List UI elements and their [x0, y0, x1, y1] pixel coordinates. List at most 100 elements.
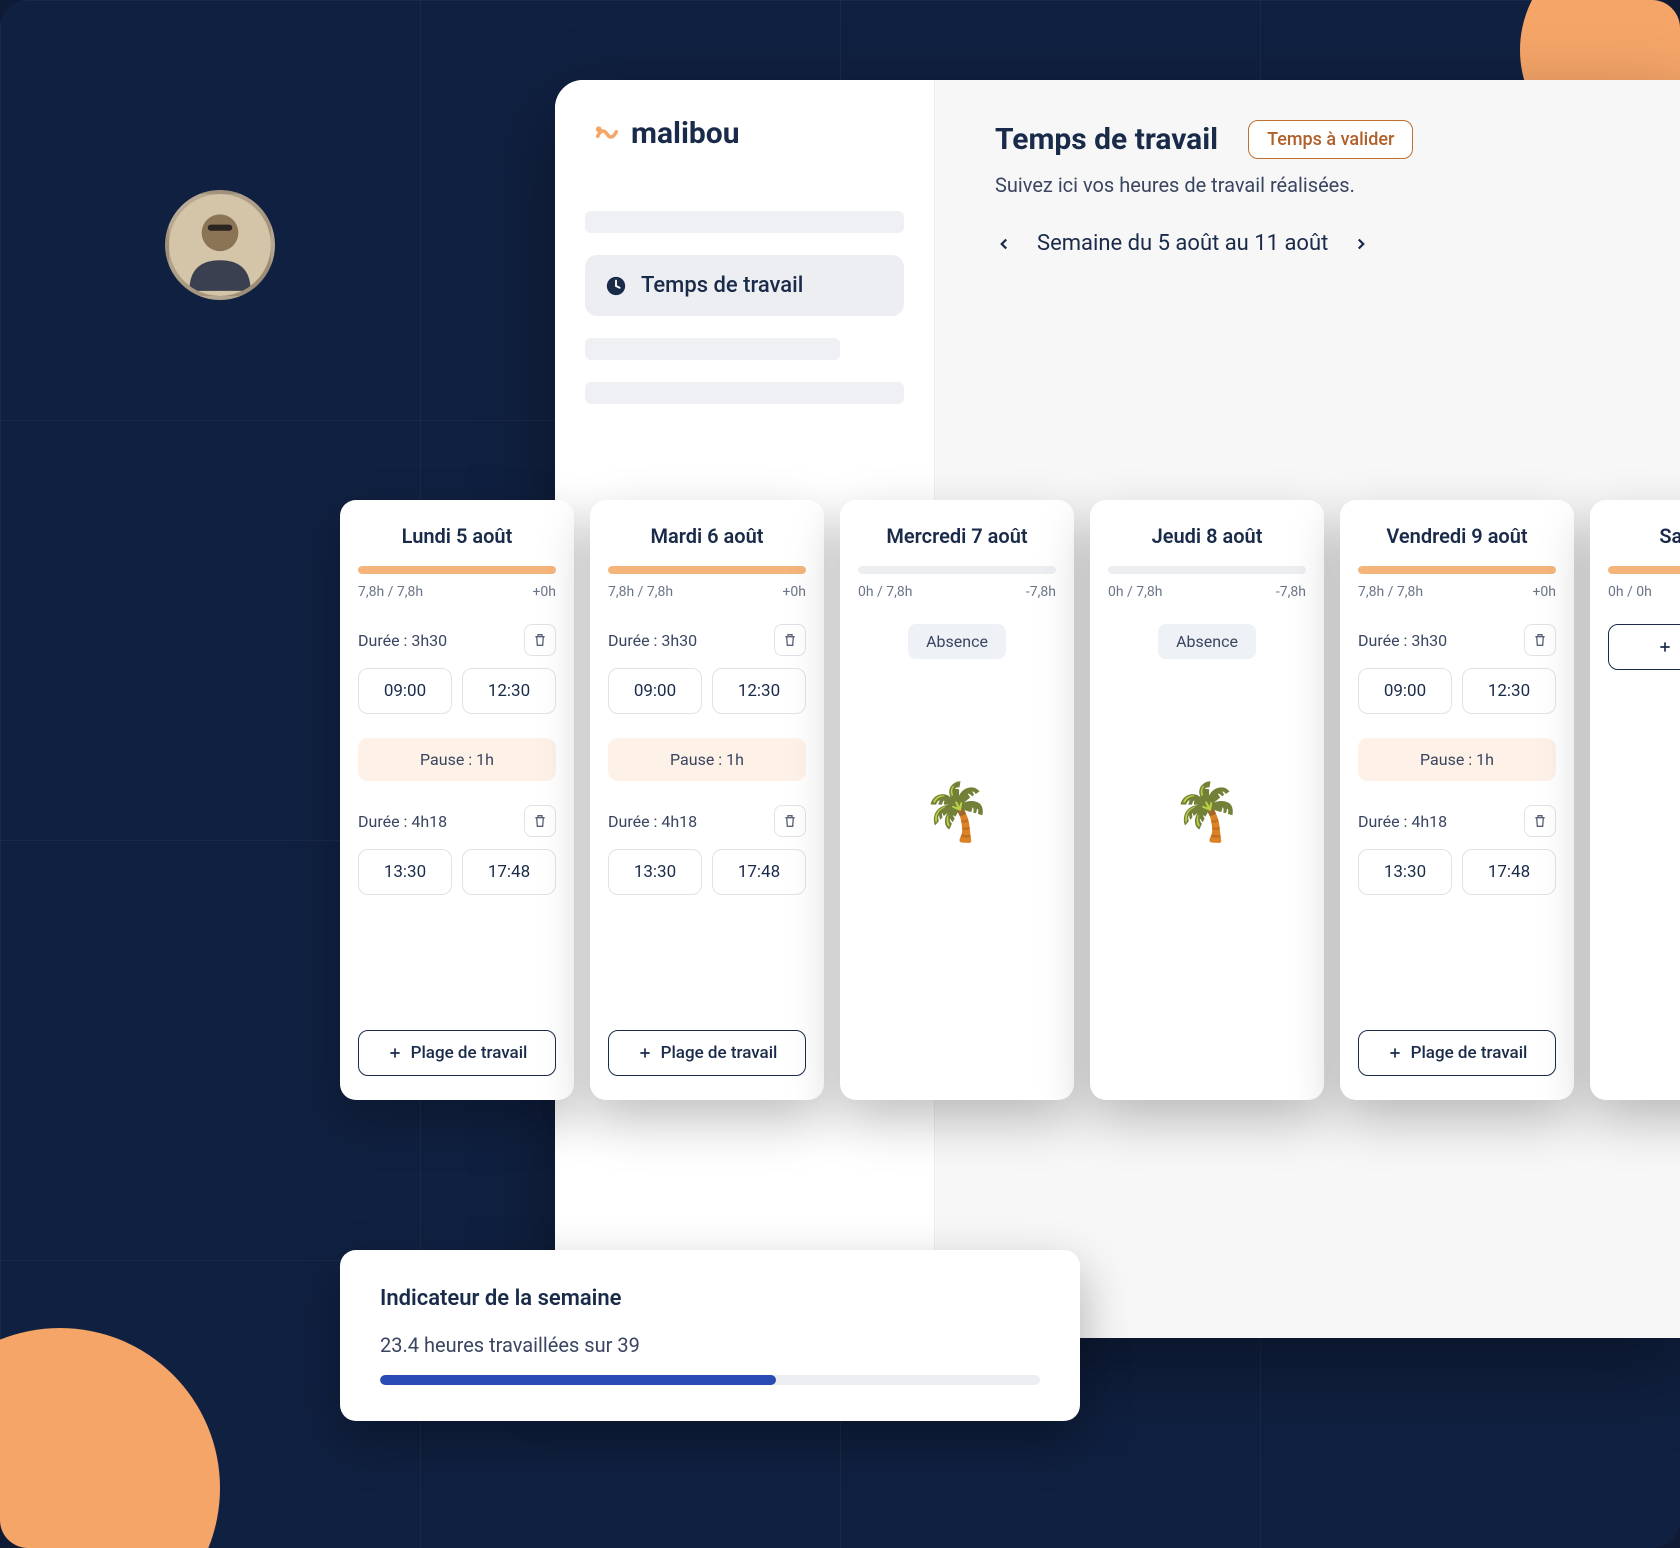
- avatar: [165, 190, 275, 300]
- sidebar-item-time-tracking[interactable]: Temps de travail: [585, 255, 904, 316]
- delete-slot-button[interactable]: [524, 624, 556, 656]
- absence-chip: Absence: [908, 624, 1006, 659]
- slot-duration-label: Durée : 4h18: [1358, 812, 1447, 831]
- day-progress-bar: [858, 566, 1056, 574]
- time-slot: Durée : 3h30 09:0012:30: [1358, 624, 1556, 714]
- delete-slot-button[interactable]: [774, 624, 806, 656]
- indicator-title: Indicateur de la semaine: [380, 1286, 1040, 1311]
- day-title: Mercredi 7 août: [858, 524, 1056, 548]
- day-hours: 0h / 0h: [1608, 584, 1652, 600]
- day-progress-bar: [1358, 566, 1556, 574]
- time-start-input[interactable]: 09:00: [608, 668, 702, 714]
- day-card: Jeudi 8 août 0h / 7,8h -7,8h Absence 🌴: [1090, 500, 1324, 1100]
- day-card: Vendredi 9 août 7,8h / 7,8h+0h Durée : 3…: [1340, 500, 1574, 1100]
- day-hours: 7,8h / 7,8h: [608, 584, 673, 600]
- day-progress-bar: [1608, 566, 1680, 574]
- day-progress-text: 7,8h / 7,8h +0h: [358, 584, 556, 600]
- time-end-input[interactable]: 17:48: [1462, 849, 1556, 895]
- time-slot: Durée : 3h30 09:0012:30: [608, 624, 806, 714]
- time-slot: Durée : 4h18 13:3017:48: [358, 805, 556, 895]
- slot-duration-label: Durée : 3h30: [358, 631, 447, 650]
- indicator-subtitle: 23.4 heures travaillées sur 39: [380, 1333, 1040, 1357]
- slot-duration-label: Durée : 4h18: [358, 812, 447, 831]
- logo-icon: [593, 120, 621, 148]
- day-title: Mardi 6 août: [608, 524, 806, 548]
- add-time-slot-button[interactable]: Plage de travail: [1358, 1030, 1556, 1076]
- pause-chip: Pause : 1h: [608, 738, 806, 781]
- slot-duration-label: Durée : 3h30: [1358, 631, 1447, 650]
- time-end-input[interactable]: 12:30: [462, 668, 556, 714]
- time-start-input[interactable]: 13:30: [1358, 849, 1452, 895]
- day-progress-text: 0h / 7,8h -7,8h: [858, 584, 1056, 600]
- day-progress-bar: [608, 566, 806, 574]
- time-end-input[interactable]: 12:30: [712, 668, 806, 714]
- page-background: malibou Temps de travail Temps de travai…: [0, 0, 1680, 1548]
- add-button-label: Plage de travail: [661, 1043, 778, 1063]
- time-slot: Durée : 4h18 13:3017:48: [608, 805, 806, 895]
- time-end-input[interactable]: 17:48: [462, 849, 556, 895]
- day-delta: +0h: [782, 584, 806, 600]
- delete-slot-button[interactable]: [1524, 624, 1556, 656]
- day-card: Mardi 6 août 7,8h / 7,8h +0h Durée : 3h30…: [590, 500, 824, 1100]
- day-title: Jeudi 8 août: [1108, 524, 1306, 548]
- app-header: malibou: [585, 80, 904, 171]
- chevron-left-icon[interactable]: [995, 235, 1013, 253]
- pause-chip: Pause : 1h: [358, 738, 556, 781]
- pause-chip: Pause : 1h: [1358, 738, 1556, 781]
- delete-slot-button[interactable]: [1524, 805, 1556, 837]
- day-title: Samedi 10: [1608, 524, 1680, 548]
- clock-icon: [605, 275, 627, 297]
- time-start-input[interactable]: 09:00: [1358, 668, 1452, 714]
- page-subtitle: Suivez ici vos heures de travail réalisé…: [995, 173, 1680, 197]
- delete-slot-button[interactable]: [774, 805, 806, 837]
- day-progress-text: 0h / 0h: [1608, 584, 1680, 600]
- add-time-slot-button[interactable]: Plage de travail: [358, 1030, 556, 1076]
- avatar-placeholder-icon: [169, 194, 271, 296]
- days-row: Lundi 5 août 7,8h / 7,8h +0h Durée : 3h30…: [340, 500, 1680, 1100]
- time-start-input[interactable]: 13:30: [358, 849, 452, 895]
- time-start-input[interactable]: 09:00: [358, 668, 452, 714]
- week-label: Semaine du 5 août au 11 août: [1037, 231, 1328, 256]
- page-title: Temps de travail: [995, 122, 1218, 157]
- chevron-right-icon[interactable]: [1352, 235, 1370, 253]
- validate-badge[interactable]: Temps à valider: [1248, 120, 1413, 159]
- day-hours: 7,8h / 7,8h: [358, 584, 423, 600]
- indicator-progress-bar: [380, 1375, 1040, 1385]
- day-progress-bar: [358, 566, 556, 574]
- day-progress-text: 7,8h / 7,8h +0h: [608, 584, 806, 600]
- week-navigator: Semaine du 5 août au 11 août: [995, 231, 1680, 256]
- add-time-slot-button[interactable]: Plage de travail: [608, 1030, 806, 1076]
- week-indicator-card: Indicateur de la semaine 23.4 heures tra…: [340, 1250, 1080, 1421]
- day-title: Lundi 5 août: [358, 524, 556, 548]
- sidebar-placeholder: [585, 382, 904, 404]
- day-delta: +0h: [1532, 584, 1556, 600]
- time-end-input[interactable]: 17:48: [712, 849, 806, 895]
- sidebar-item-label: Temps de travail: [641, 273, 803, 298]
- delete-slot-button[interactable]: [524, 805, 556, 837]
- add-button-label: Plage de travail: [411, 1043, 528, 1063]
- day-delta: -7,8h: [1026, 584, 1056, 600]
- day-progress-text: 7,8h / 7,8h+0h: [1358, 584, 1556, 600]
- day-progress-text: 0h / 7,8h -7,8h: [1108, 584, 1306, 600]
- palm-tree-icon: 🌴: [858, 779, 1056, 845]
- time-slot: Durée : 3h30 09:0012:30: [358, 624, 556, 714]
- sidebar-placeholder: [585, 338, 840, 360]
- sidebar-placeholder: [585, 211, 904, 233]
- time-slot: Durée : 4h18 13:3017:48: [1358, 805, 1556, 895]
- add-button-label: Plage de travail: [1411, 1043, 1528, 1063]
- day-hours: 0h / 7,8h: [858, 584, 913, 600]
- day-card: Samedi 10 0h / 0h Plage de t: [1590, 500, 1680, 1100]
- day-title: Vendredi 9 août: [1358, 524, 1556, 548]
- add-time-slot-button[interactable]: Plage de t: [1608, 624, 1680, 670]
- palm-tree-icon: 🌴: [1108, 779, 1306, 845]
- day-delta: +0h: [532, 584, 556, 600]
- slot-duration-label: Durée : 3h30: [608, 631, 697, 650]
- day-card: Mercredi 7 août 0h / 7,8h -7,8h Absence 🌴: [840, 500, 1074, 1100]
- time-end-input[interactable]: 12:30: [1462, 668, 1556, 714]
- day-card: Lundi 5 août 7,8h / 7,8h +0h Durée : 3h30…: [340, 500, 574, 1100]
- time-start-input[interactable]: 13:30: [608, 849, 702, 895]
- day-hours: 0h / 7,8h: [1108, 584, 1163, 600]
- day-delta: -7,8h: [1276, 584, 1306, 600]
- absence-chip: Absence: [1158, 624, 1256, 659]
- indicator-progress-fill: [380, 1375, 776, 1385]
